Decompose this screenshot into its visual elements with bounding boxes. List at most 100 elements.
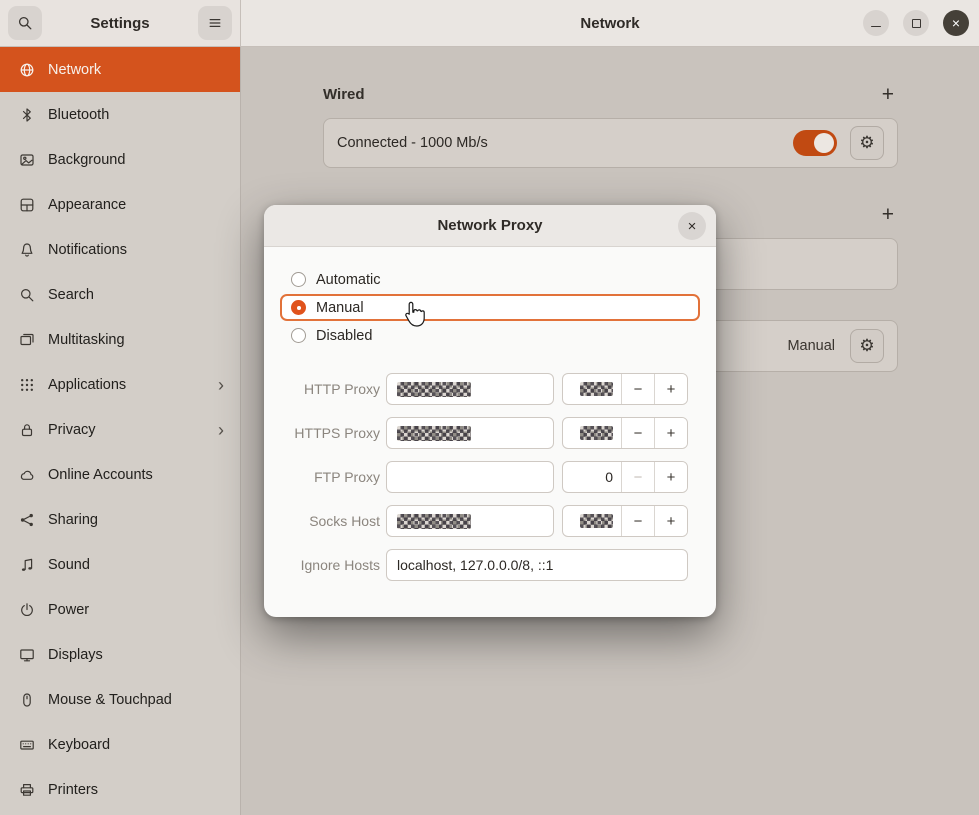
window-controls: × bbox=[863, 10, 969, 36]
ftp-proxy-port[interactable]: 0 bbox=[563, 462, 621, 492]
socks-host-row: Socks Host − + bbox=[280, 505, 700, 537]
proxy-status: Manual bbox=[787, 338, 835, 354]
wired-connection-row[interactable]: Connected - 1000 Mb/s ⚙ bbox=[323, 118, 898, 168]
sidebar-item-background[interactable]: Background › bbox=[0, 137, 240, 182]
increment-button[interactable]: + bbox=[654, 374, 687, 404]
music-note-icon bbox=[19, 557, 35, 573]
sidebar-list: Network › Bluetooth › Background › Appea… bbox=[0, 47, 240, 812]
https-proxy-port[interactable] bbox=[563, 418, 621, 448]
redacted-value bbox=[397, 426, 471, 441]
sidebar-item-keyboard[interactable]: Keyboard › bbox=[0, 722, 240, 767]
network-proxy-dialog: Network Proxy × Automatic Manual Disable… bbox=[264, 205, 716, 617]
decrement-button[interactable]: − bbox=[621, 418, 654, 448]
sidebar-item-bluetooth[interactable]: Bluetooth › bbox=[0, 92, 240, 137]
maximize-button[interactable] bbox=[903, 10, 929, 36]
ignore-hosts-input[interactable]: localhost, 127.0.0.0/8, ::1 bbox=[386, 549, 688, 581]
decrement-button[interactable]: − bbox=[621, 374, 654, 404]
decrement-button[interactable]: − bbox=[621, 506, 654, 536]
proxy-method-disabled[interactable]: Disabled bbox=[280, 322, 700, 349]
display-icon bbox=[19, 647, 35, 663]
mouse-icon bbox=[19, 692, 35, 708]
ftp-proxy-row: FTP Proxy 0 − + bbox=[280, 461, 700, 493]
sidebar-item-notifications[interactable]: Notifications › bbox=[0, 227, 240, 272]
lock-icon bbox=[19, 422, 35, 438]
http-proxy-input[interactable] bbox=[386, 373, 554, 405]
bell-icon bbox=[19, 242, 35, 258]
sidebar-item-applications[interactable]: Applications › bbox=[0, 362, 240, 407]
close-button[interactable]: × bbox=[943, 10, 969, 36]
increment-button[interactable]: + bbox=[654, 506, 687, 536]
cloud-icon bbox=[19, 467, 35, 483]
multitasking-windows-icon bbox=[19, 332, 35, 348]
chevron-right-icon: › bbox=[218, 376, 228, 394]
wired-section-title: Wired bbox=[323, 86, 365, 103]
sidebar-item-sound[interactable]: Sound › bbox=[0, 542, 240, 587]
sidebar-item-power[interactable]: Power › bbox=[0, 587, 240, 632]
proxy-fields: HTTP Proxy − + HTTPS Proxy − + bbox=[280, 373, 700, 537]
increment-button[interactable]: + bbox=[654, 418, 687, 448]
sidebar-item-displays[interactable]: Displays › bbox=[0, 632, 240, 677]
dialog-title: Network Proxy bbox=[437, 217, 542, 234]
decrement-button[interactable]: − bbox=[621, 462, 654, 492]
proxy-method-automatic[interactable]: Automatic bbox=[280, 266, 700, 293]
appearance-icon bbox=[19, 197, 35, 213]
increment-button[interactable]: + bbox=[654, 462, 687, 492]
sidebar-item-multitasking[interactable]: Multitasking › bbox=[0, 317, 240, 362]
apps-grid-icon bbox=[19, 377, 35, 393]
https-proxy-input[interactable] bbox=[386, 417, 554, 449]
redacted-port bbox=[580, 426, 613, 440]
port-spinbutton: − + bbox=[562, 417, 688, 449]
redacted-port bbox=[580, 514, 613, 528]
search-icon bbox=[17, 15, 33, 31]
radio-icon bbox=[291, 300, 306, 315]
search-button[interactable] bbox=[8, 6, 42, 40]
sidebar-item-mouse-touchpad[interactable]: Mouse & Touchpad › bbox=[0, 677, 240, 722]
keyboard-icon bbox=[19, 737, 35, 753]
proxy-settings-button[interactable]: ⚙ bbox=[850, 329, 884, 363]
redacted-value bbox=[397, 382, 471, 397]
menu-button[interactable] bbox=[198, 6, 232, 40]
sidebar-item-search[interactable]: Search › bbox=[0, 272, 240, 317]
wired-settings-button[interactable]: ⚙ bbox=[850, 126, 884, 160]
sidebar-item-sharing[interactable]: Sharing › bbox=[0, 497, 240, 542]
port-spinbutton: 0 − + bbox=[562, 461, 688, 493]
dialog-close-button[interactable]: × bbox=[678, 212, 706, 240]
http-proxy-port[interactable] bbox=[563, 374, 621, 404]
add-connection-button[interactable]: + bbox=[878, 204, 898, 225]
sidebar-item-printers[interactable]: Printers › bbox=[0, 767, 240, 812]
minimize-button[interactable] bbox=[863, 10, 889, 36]
sidebar-item-appearance[interactable]: Appearance › bbox=[0, 182, 240, 227]
radio-icon bbox=[291, 272, 306, 287]
sidebar: Network › Bluetooth › Background › Appea… bbox=[0, 47, 241, 815]
radio-icon bbox=[291, 328, 306, 343]
add-wired-button[interactable]: + bbox=[878, 84, 898, 105]
wired-connection-label: Connected - 1000 Mb/s bbox=[337, 135, 488, 151]
power-icon bbox=[19, 602, 35, 618]
proxy-method-options: Automatic Manual Disabled bbox=[280, 266, 700, 349]
socks-host-input[interactable] bbox=[386, 505, 554, 537]
search-icon bbox=[19, 287, 35, 303]
proxy-method-manual[interactable]: Manual bbox=[280, 294, 700, 321]
ftp-proxy-input[interactable] bbox=[386, 461, 554, 493]
sidebar-item-network[interactable]: Network › bbox=[0, 47, 240, 92]
share-nodes-icon bbox=[19, 512, 35, 528]
gear-icon: ⚙ bbox=[859, 336, 874, 356]
http-proxy-row: HTTP Proxy − + bbox=[280, 373, 700, 405]
bluetooth-icon bbox=[19, 107, 35, 123]
https-proxy-row: HTTPS Proxy − + bbox=[280, 417, 700, 449]
socks-host-port[interactable] bbox=[563, 506, 621, 536]
background-image-icon bbox=[19, 152, 35, 168]
redacted-value bbox=[397, 514, 471, 529]
globe-icon bbox=[19, 62, 35, 78]
port-spinbutton: − + bbox=[562, 373, 688, 405]
chevron-right-icon: › bbox=[218, 421, 228, 439]
sidebar-item-online-accounts[interactable]: Online Accounts › bbox=[0, 452, 240, 497]
wired-toggle[interactable] bbox=[793, 130, 837, 156]
sidebar-item-privacy[interactable]: Privacy › bbox=[0, 407, 240, 452]
main-headerbar: Network × bbox=[241, 0, 979, 47]
gear-icon: ⚙ bbox=[859, 133, 874, 153]
printer-icon bbox=[19, 782, 35, 798]
port-spinbutton: − + bbox=[562, 505, 688, 537]
dialog-headerbar: Network Proxy × bbox=[264, 205, 716, 247]
maximize-icon bbox=[912, 19, 921, 28]
